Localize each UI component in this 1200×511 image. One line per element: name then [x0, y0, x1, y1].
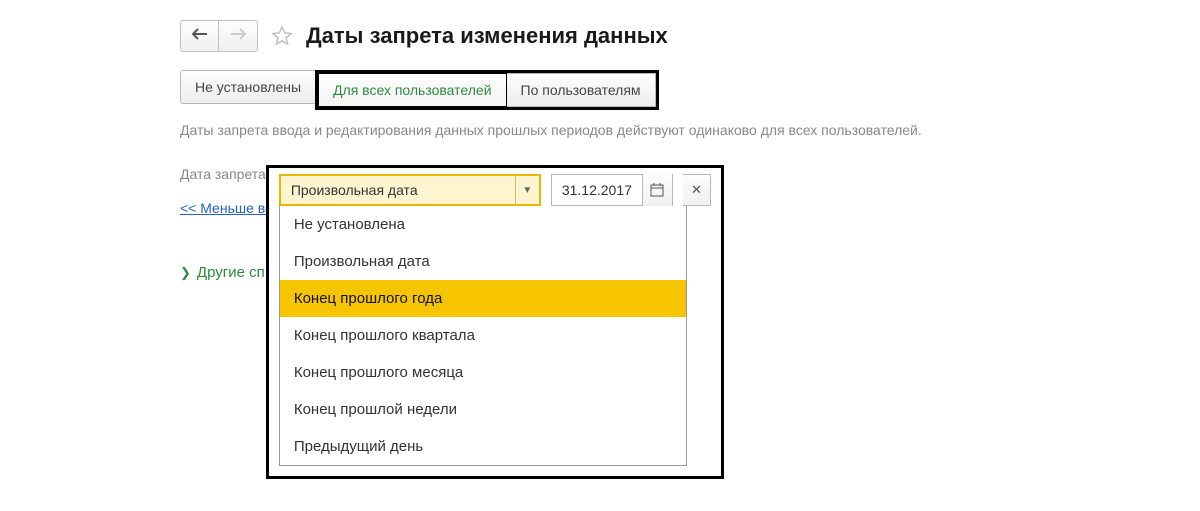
other-methods-label: Другие сп: [197, 264, 265, 281]
dropdown-item[interactable]: Конец прошлого квартала: [280, 317, 686, 354]
close-icon: ✕: [691, 182, 702, 198]
date-form-row: Дата запрета Произвольная дата ▼ 31.12.2…: [180, 166, 1020, 182]
dropdown-item[interactable]: Конец прошлого года: [280, 280, 686, 317]
favorite-star-icon[interactable]: [270, 24, 294, 48]
date-label: Дата запрета: [180, 166, 266, 182]
tab-not-set[interactable]: Не установлены: [180, 70, 316, 104]
description-text: Даты запрета ввода и редактирования данн…: [180, 122, 1020, 138]
chevron-down-icon[interactable]: ▼: [515, 176, 539, 204]
nav-buttons: [180, 20, 258, 52]
header-row: Даты запрета изменения данных: [180, 20, 1020, 52]
dropdown-list: Не установленаПроизвольная датаКонец про…: [279, 206, 687, 466]
less-options-link[interactable]: << Меньше во: [180, 200, 273, 216]
dropdown-item[interactable]: Конец прошлой недели: [280, 391, 686, 428]
date-type-dropdown[interactable]: Произвольная дата ▼: [279, 174, 541, 206]
content-area: Дата запрета Произвольная дата ▼ 31.12.2…: [180, 166, 1020, 281]
dropdown-highlight-frame: Произвольная дата ▼ 31.12.2017 ✕ Не уста…: [266, 165, 724, 479]
calendar-icon[interactable]: [642, 174, 672, 206]
arrow-right-icon: [230, 27, 246, 45]
page-title: Даты запрета изменения данных: [306, 23, 668, 49]
tab-for-all-users[interactable]: Для всех пользователей: [318, 73, 506, 107]
date-value: 31.12.2017: [552, 182, 642, 198]
arrow-left-icon: [192, 27, 208, 45]
dropdown-item[interactable]: Конец прошлого месяца: [280, 354, 686, 391]
clear-button[interactable]: ✕: [683, 174, 711, 206]
chevron-right-icon: ❯: [180, 265, 191, 281]
nav-back-button[interactable]: [181, 21, 219, 51]
dropdown-item[interactable]: Не установлена: [280, 206, 686, 243]
tab-by-users[interactable]: По пользователям: [507, 73, 656, 107]
date-input[interactable]: 31.12.2017: [551, 174, 673, 206]
dropdown-item[interactable]: Предыдущий день: [280, 428, 686, 465]
tab-row: Не установлены Для всех пользователей По…: [180, 70, 1020, 110]
dropdown-item[interactable]: Произвольная дата: [280, 243, 686, 280]
highlight-annotation: Для всех пользователей По пользователям: [315, 70, 658, 110]
dropdown-selected-value: Произвольная дата: [281, 182, 515, 198]
nav-forward-button[interactable]: [219, 21, 257, 51]
